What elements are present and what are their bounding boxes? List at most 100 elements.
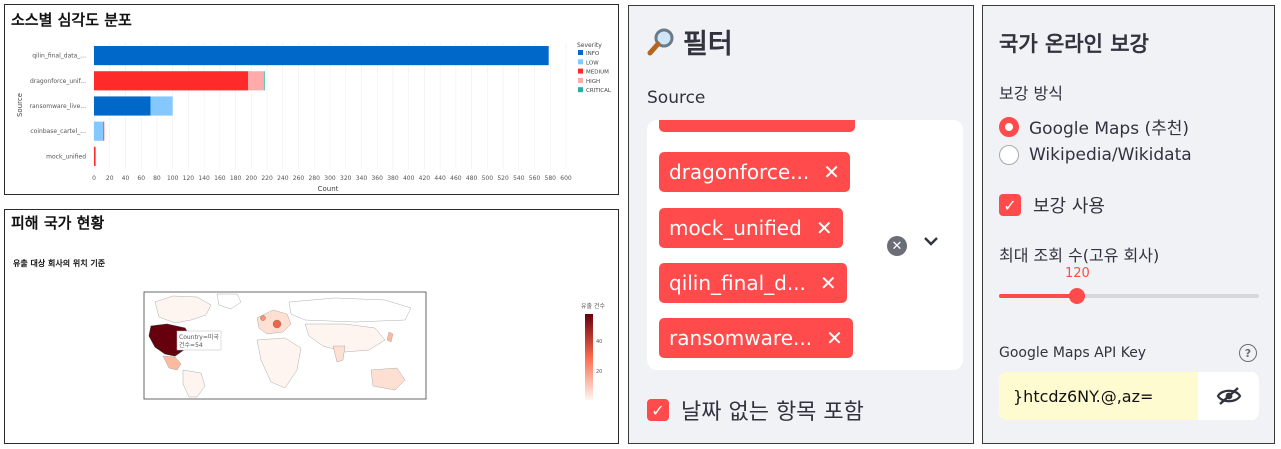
map-tooltip: Country=미국 건수=54 bbox=[176, 330, 222, 351]
bar-low[interactable] bbox=[150, 96, 173, 116]
legend-label[interactable]: INFO bbox=[586, 51, 600, 57]
chevron-down-icon[interactable] bbox=[923, 233, 939, 254]
source-label: Source bbox=[647, 88, 706, 108]
source-multiselect[interactable]: dragonforce... ✕ mock_unified ✕ qilin_fina… bbox=[647, 120, 963, 370]
x-tick-label: 240 bbox=[277, 175, 289, 182]
enrichment-panel: 국가 온라인 보강 보강 방식 Google Maps (추천) Wikiped… bbox=[982, 5, 1275, 444]
x-tick-label: 60 bbox=[137, 175, 145, 182]
filter-heading: 필터 bbox=[647, 22, 733, 61]
bar-high[interactable] bbox=[248, 71, 264, 91]
x-tick-label: 440 bbox=[434, 175, 446, 182]
api-key-label: Google Maps API Key bbox=[999, 345, 1147, 361]
legend-swatch[interactable] bbox=[578, 87, 583, 93]
enable-enrichment-label: 보강 사용 bbox=[1033, 196, 1105, 217]
country-map-panel: 피해 국가 현황 유출 대상 회사의 위치 기준 Country=미국 건수=5… bbox=[4, 209, 619, 444]
slider-value: 120 bbox=[1065, 266, 1090, 281]
legend-label[interactable]: HIGH bbox=[586, 79, 600, 85]
enrichment-title: 국가 온라인 보강 bbox=[999, 32, 1149, 56]
tag-label: mock_unified bbox=[669, 216, 802, 240]
x-tick-label: 460 bbox=[450, 175, 462, 182]
tag-label: qilin_final_d... bbox=[669, 271, 806, 295]
x-tick-label: 500 bbox=[482, 175, 494, 182]
remove-tag-icon[interactable]: ✕ bbox=[820, 271, 837, 295]
source-tag-qilin[interactable]: qilin_final_d... ✕ bbox=[659, 263, 847, 303]
x-tick-label: 380 bbox=[387, 175, 399, 182]
colorbar-title: 유출 건수 bbox=[581, 302, 605, 310]
checkbox-checked-icon[interactable]: ✓ bbox=[999, 194, 1021, 216]
x-tick-label: 280 bbox=[309, 175, 321, 182]
tag-label: ransomware... bbox=[669, 326, 813, 350]
legend-swatch[interactable] bbox=[578, 68, 583, 74]
colorbar bbox=[585, 314, 593, 400]
checkbox-checked-icon[interactable]: ✓ bbox=[647, 399, 669, 421]
bar-medium[interactable] bbox=[94, 71, 249, 91]
severity-chart-panel: 소스별 심각도 분포 qilin_final_data_... dragonfor… bbox=[4, 4, 619, 195]
tag-label: dragonforce... bbox=[669, 160, 810, 184]
radio-selected-icon[interactable] bbox=[999, 116, 1019, 137]
colorbar-tick-20: 20 bbox=[596, 369, 602, 375]
source-tag-dragonforce[interactable]: dragonforce... ✕ bbox=[659, 152, 850, 192]
eye-slash-icon[interactable] bbox=[1198, 372, 1259, 420]
y-tick-label: mock_unified bbox=[46, 153, 86, 160]
x-tick-label: 540 bbox=[513, 175, 525, 182]
x-tick-label: 100 bbox=[167, 175, 179, 182]
filter-title: 필터 bbox=[683, 29, 733, 60]
x-tick-label: 480 bbox=[466, 175, 478, 182]
tooltip-country: Country=미국 bbox=[179, 333, 219, 341]
radio-google-maps-label: Google Maps (추천) bbox=[1029, 119, 1190, 139]
x-tick-label: 0 bbox=[92, 175, 96, 182]
bar-medium[interactable] bbox=[103, 121, 105, 141]
max-lookups-slider[interactable] bbox=[999, 288, 1259, 304]
legend-label[interactable]: MEDIUM bbox=[586, 70, 609, 76]
remove-tag-icon[interactable]: ✕ bbox=[823, 160, 840, 184]
x-tick-label: 600 bbox=[560, 175, 572, 182]
help-icon[interactable]: ? bbox=[1239, 344, 1257, 362]
country-uk[interactable] bbox=[260, 315, 266, 321]
source-tag-ransomware[interactable]: ransomware... ✕ bbox=[659, 318, 853, 358]
bar-low[interactable] bbox=[94, 121, 104, 141]
api-key-input[interactable]: }htcdz6NY.@,az= bbox=[999, 372, 1198, 420]
bar-medium[interactable] bbox=[94, 146, 96, 166]
x-tick-label: 420 bbox=[419, 175, 431, 182]
colorbar-tick-40: 40 bbox=[596, 339, 602, 345]
enable-enrichment-checkbox[interactable]: ✓ 보강 사용 bbox=[999, 192, 1105, 218]
severity-bar-chart[interactable]: qilin_final_data_... dragonforce_unif...r… bbox=[5, 5, 618, 194]
x-tick-label: 560 bbox=[529, 175, 541, 182]
slider-fill bbox=[999, 294, 1077, 298]
y-tick-label: qilin_final_data_... bbox=[32, 53, 86, 60]
legend-swatch[interactable] bbox=[578, 59, 583, 65]
country-germany[interactable] bbox=[272, 319, 282, 329]
y-tick-label: dragonforce_unif... bbox=[30, 78, 86, 85]
bar-info[interactable] bbox=[94, 46, 549, 66]
source-tag-list[interactable]: dragonforce... ✕ mock_unified ✕ qilin_fina… bbox=[657, 120, 877, 358]
x-tick-label: 220 bbox=[261, 175, 273, 182]
source-tag-mock-unified[interactable]: mock_unified ✕ bbox=[659, 208, 843, 248]
method-label: 보강 방식 bbox=[999, 84, 1063, 103]
max-lookups-label: 최대 조회 수(고유 회사) bbox=[999, 246, 1160, 265]
radio-google-maps[interactable]: Google Maps (추천) bbox=[999, 114, 1189, 139]
legend-swatch[interactable] bbox=[578, 50, 583, 55]
legend-swatch[interactable] bbox=[578, 77, 583, 83]
world-choropleth-map[interactable]: Country=미국 건수=54 유출 건수 40 20 bbox=[5, 210, 618, 443]
legend-label[interactable]: CRITICAL bbox=[586, 88, 612, 94]
x-axis-label: Count bbox=[318, 185, 339, 193]
remove-tag-icon[interactable]: ✕ bbox=[816, 216, 833, 240]
x-tick-label: 120 bbox=[183, 175, 195, 182]
filter-panel: 필터 Source dragonforce... ✕ mock_unified ✕ … bbox=[628, 5, 974, 444]
radio-wikipedia[interactable]: Wikipedia/Wikidata bbox=[999, 145, 1192, 165]
legend-label[interactable]: LOW bbox=[586, 60, 599, 66]
legend-title: Severity bbox=[577, 42, 602, 49]
remove-tag-icon[interactable]: ✕ bbox=[826, 326, 843, 350]
clear-icon[interactable]: ✕ bbox=[887, 236, 907, 256]
slider-thumb[interactable] bbox=[1069, 288, 1085, 304]
x-tick-label: 140 bbox=[198, 175, 210, 182]
x-tick-label: 300 bbox=[324, 175, 336, 182]
x-tick-label: 520 bbox=[497, 175, 509, 182]
x-tick-label: 20 bbox=[106, 175, 114, 182]
bar-critical[interactable] bbox=[263, 71, 265, 91]
bar-info[interactable] bbox=[94, 96, 151, 116]
radio-unselected-icon[interactable] bbox=[999, 145, 1019, 165]
include-no-date-label: 날짜 없는 항목 포함 bbox=[681, 400, 864, 425]
include-no-date-checkbox[interactable]: ✓ 날짜 없는 항목 포함 bbox=[647, 394, 864, 426]
y-tick-label: coinbase_cartel_... bbox=[30, 128, 86, 135]
